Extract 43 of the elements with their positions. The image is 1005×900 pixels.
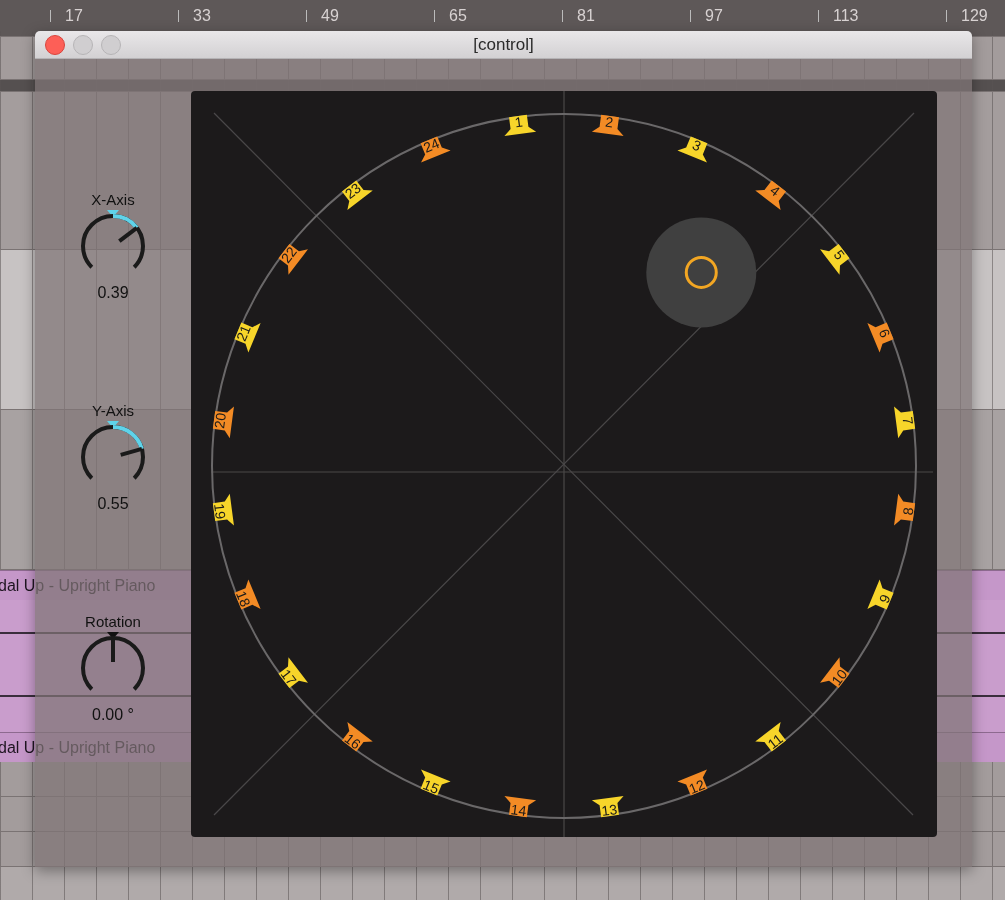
speaker-marker[interactable]: 7 <box>894 406 917 439</box>
knob-label: Rotation <box>85 613 141 630</box>
panner-canvas[interactable]: 1 2 3 4 5 6 7 8 9 10 11 12 13 14 15 16 17 18 19 20 21 22 23 24 <box>191 91 937 837</box>
knob-value: 0.39 <box>97 284 129 302</box>
speaker-marker[interactable]: 4 <box>755 180 787 210</box>
bar-number: 113 <box>818 9 859 22</box>
speaker-marker[interactable]: 1 <box>504 113 537 136</box>
speaker-marker[interactable]: 10 <box>820 657 851 689</box>
speaker-marker[interactable]: 2 <box>591 113 624 136</box>
speaker-marker[interactable]: 16 <box>341 722 373 753</box>
speaker-marker[interactable]: 23 <box>341 179 373 210</box>
speaker-marker[interactable]: 20 <box>211 406 234 439</box>
bar-number: 33 <box>178 9 211 22</box>
close-button[interactable] <box>45 34 65 55</box>
speaker-marker[interactable]: 22 <box>277 243 308 275</box>
speaker-marker[interactable]: 11 <box>755 722 787 753</box>
bar-number: 97 <box>690 9 723 22</box>
sound-source-handle[interactable] <box>646 217 757 328</box>
speaker-marker[interactable]: 17 <box>277 657 308 689</box>
knob-value: 0.55 <box>97 495 129 513</box>
speaker-marker[interactable]: 13 <box>591 796 624 819</box>
bar-number: 81 <box>562 9 595 22</box>
bar-number: 17 <box>50 9 83 22</box>
speaker-marker[interactable]: 24 <box>420 135 451 163</box>
speaker-marker[interactable]: 6 <box>867 322 894 353</box>
speaker-marker[interactable]: 21 <box>233 322 261 353</box>
speaker-marker[interactable]: 5 <box>820 243 850 275</box>
bar-number: 65 <box>434 9 467 22</box>
bar-number: 129 <box>946 9 988 22</box>
knob-label: X-Axis <box>91 191 135 208</box>
speaker-marker[interactable]: 9 <box>867 579 894 610</box>
speaker-marker[interactable]: 15 <box>420 769 451 797</box>
timeline-ruler[interactable]: 17 33 49 65 81 97 113 129 <box>0 0 1005 31</box>
speaker-marker[interactable]: 12 <box>677 769 708 797</box>
knob-label: Y-Axis <box>92 402 134 419</box>
speaker-marker[interactable]: 8 <box>894 493 917 526</box>
speaker-marker[interactable]: 18 <box>233 579 261 610</box>
bar-number: 49 <box>306 9 339 22</box>
window-title: [control] <box>473 34 534 55</box>
speaker-marker[interactable]: 3 <box>677 136 708 163</box>
speaker-marker[interactable]: 19 <box>211 493 234 526</box>
knob-value: 0.00 ° <box>92 706 134 724</box>
speaker-marker[interactable]: 14 <box>504 796 537 819</box>
